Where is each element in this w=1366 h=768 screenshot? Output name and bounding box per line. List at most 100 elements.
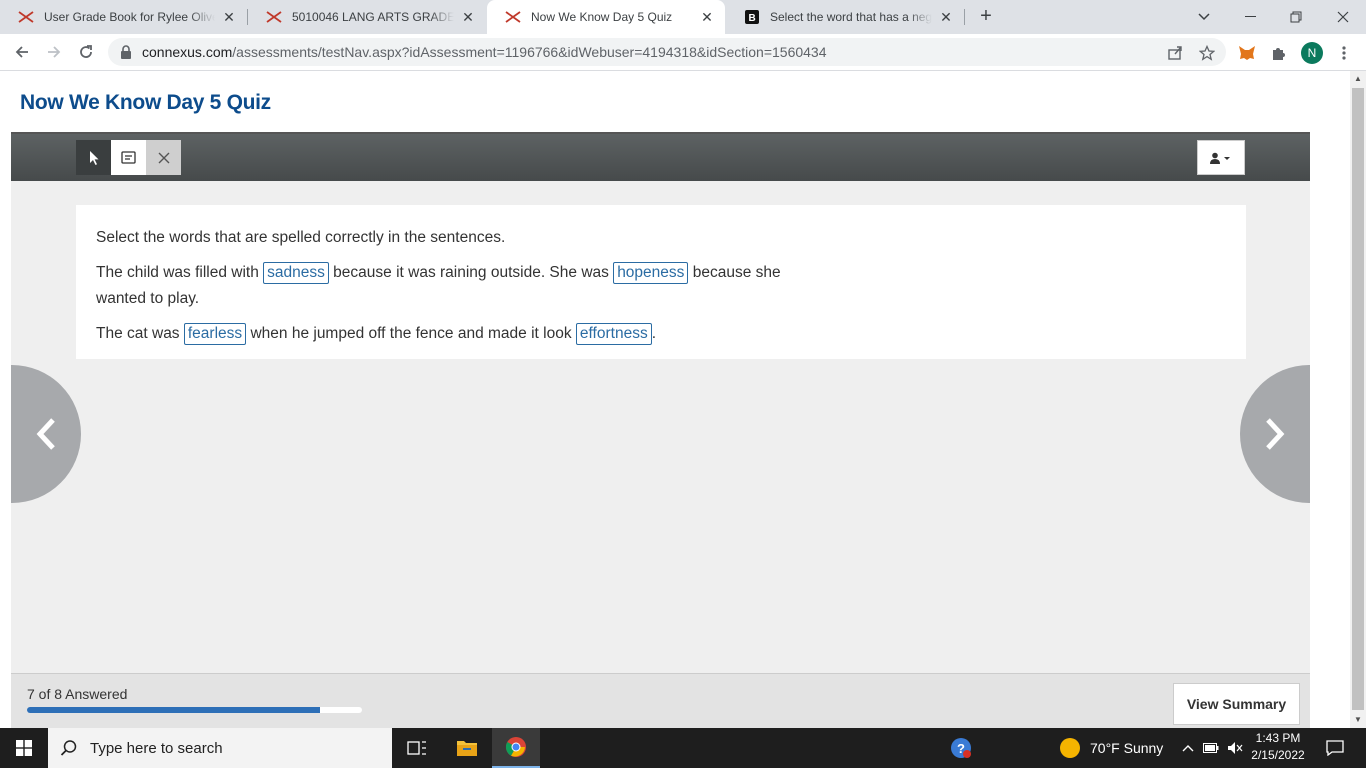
extensions-puzzle-icon[interactable] (1268, 42, 1290, 64)
url-path: /assessments/testNav.aspx?idAssessment=1… (232, 44, 827, 60)
word-option-effortness[interactable]: effortness (575, 323, 652, 345)
reload-icon (80, 45, 92, 58)
minimize-button[interactable] (1227, 0, 1273, 34)
progress-fill (27, 707, 321, 713)
scroll-down-icon[interactable]: ▼ (1350, 712, 1366, 728)
word-option-hopeness[interactable]: hopeness (613, 262, 689, 284)
kebab-menu-icon (1342, 46, 1346, 60)
pointer-tool-button[interactable] (76, 140, 111, 175)
file-explorer-button[interactable] (444, 728, 490, 768)
tab-title: Now We Know Day 5 Quiz (531, 10, 673, 24)
word-option-fearless[interactable]: fearless (183, 323, 247, 345)
search-placeholder: Type here to search (90, 739, 223, 757)
sentence-text: The cat was (96, 325, 184, 342)
progress-bar (27, 707, 362, 713)
question-card: Select the words that are spelled correc… (76, 205, 1246, 359)
close-icon[interactable]: ✕ (938, 9, 954, 25)
tab-grade-book[interactable]: User Grade Book for Rylee Oliver ✕ (0, 0, 247, 34)
quiz-frame: Select the words that are spelled correc… (11, 132, 1310, 730)
sentence-text: because it was raining outside. She was (328, 264, 614, 281)
close-window-button[interactable] (1320, 0, 1366, 34)
close-icon[interactable]: ✕ (221, 9, 237, 25)
notes-tool-button[interactable] (111, 140, 146, 175)
share-icon[interactable] (1166, 44, 1184, 62)
show-hidden-icons-button[interactable] (1178, 728, 1198, 768)
answer-eliminator-button[interactable] (146, 140, 181, 175)
chevron-down-icon (1198, 13, 1210, 21)
arrow-left-icon (15, 46, 28, 58)
page-title: Now We Know Day 5 Quiz (20, 91, 271, 114)
profile-avatar[interactable]: N (1301, 42, 1323, 64)
tab-quiz[interactable]: Now We Know Day 5 Quiz ✕ (487, 0, 725, 34)
tab-separator (964, 9, 965, 25)
taskbar-search-box[interactable]: Type here to search (48, 728, 392, 768)
user-menu-button[interactable] (1197, 140, 1245, 175)
task-view-button[interactable] (394, 728, 440, 768)
quiz-footer: 7 of 8 Answered View Summary (11, 673, 1310, 730)
cursor-arrow-icon (89, 150, 98, 165)
chevron-right-icon (1266, 418, 1285, 450)
tab-title: User Grade Book for Rylee Oliver (44, 10, 215, 24)
notepad-icon (120, 150, 136, 164)
notifications-button[interactable] (1320, 728, 1350, 768)
bookmark-star-icon[interactable] (1198, 44, 1216, 62)
scroll-up-icon[interactable]: ▲ (1350, 71, 1366, 87)
question-prompt: Select the words that are spelled correc… (96, 229, 506, 246)
chevron-up-icon (1182, 745, 1194, 752)
sentence-text: . (651, 325, 657, 342)
tab-title: Select the word that has a negati (770, 10, 932, 24)
chevron-left-icon (36, 418, 55, 450)
weather-widget[interactable]: 70°F Sunny (1060, 728, 1180, 768)
sentence-1: The child was filled with sadness becaus… (96, 260, 816, 312)
taskbar-clock[interactable]: 1:43 PM 2/15/2022 (1246, 730, 1310, 764)
lock-icon (120, 45, 132, 59)
minimize-icon (1244, 16, 1256, 17)
tab-brainly[interactable]: B Select the word that has a negati ✕ (726, 0, 964, 34)
answered-count: 7 of 8 Answered (27, 686, 128, 702)
start-button[interactable] (0, 728, 48, 768)
view-summary-button[interactable]: View Summary (1173, 683, 1300, 725)
windows-logo-icon (16, 740, 32, 756)
sentence-text: when he jumped off the fence and made it… (246, 325, 576, 342)
tab-title: 5010046 LANG ARTS GRADE 5 - (292, 10, 454, 24)
close-icon (158, 152, 169, 163)
connexus-icon (505, 9, 521, 25)
chrome-menu-button[interactable] (1333, 42, 1355, 64)
tab-search-button[interactable] (1181, 0, 1227, 34)
chrome-icon (505, 737, 526, 757)
tab-lang-arts[interactable]: 5010046 LANG ARTS GRADE 5 - ✕ (248, 0, 486, 34)
user-icon (1210, 152, 1230, 164)
chrome-taskbar-button[interactable] (492, 728, 540, 768)
scroll-thumb[interactable] (1352, 88, 1364, 710)
url-text: connexus.com/assessments/testNav.aspx?id… (142, 44, 827, 60)
word-option-sadness[interactable]: sadness (263, 262, 329, 284)
clock-time: 1:43 PM (1255, 731, 1301, 745)
next-question-button[interactable] (1240, 365, 1310, 503)
search-icon (60, 740, 77, 756)
task-view-icon (407, 741, 426, 755)
page-scrollbar[interactable]: ▲ ▼ (1350, 71, 1366, 728)
brainly-icon: B (744, 9, 760, 25)
battery-icon[interactable] (1200, 728, 1222, 768)
reload-button[interactable] (72, 38, 100, 66)
previous-question-button[interactable] (11, 365, 81, 503)
weather-text: 70°F Sunny (1090, 740, 1164, 756)
sentence-2: The cat was fearless when he jumped off … (96, 321, 1226, 347)
volume-muted-icon[interactable] (1224, 728, 1246, 768)
address-bar[interactable]: connexus.com/assessments/testNav.aspx?id… (108, 38, 1226, 66)
forward-button[interactable] (40, 38, 68, 66)
close-icon[interactable]: ✕ (699, 9, 715, 25)
help-app-icon[interactable]: ? (946, 728, 976, 768)
browser-toolbar: connexus.com/assessments/testNav.aspx?id… (0, 34, 1366, 71)
windows-taskbar: Type here to search ? 70°F Sunny 1:43 PM… (0, 728, 1366, 768)
clock-date: 2/15/2022 (1251, 748, 1305, 762)
url-host: connexus.com (142, 44, 233, 60)
restore-button[interactable] (1273, 0, 1319, 34)
back-button[interactable] (8, 38, 36, 66)
metamask-extension-icon[interactable] (1236, 42, 1258, 64)
folder-icon (457, 741, 477, 756)
sentence-text: The child was filled with (96, 264, 264, 281)
close-icon[interactable]: ✕ (460, 9, 476, 25)
connexus-icon (18, 9, 34, 25)
new-tab-button[interactable]: + (975, 6, 997, 28)
